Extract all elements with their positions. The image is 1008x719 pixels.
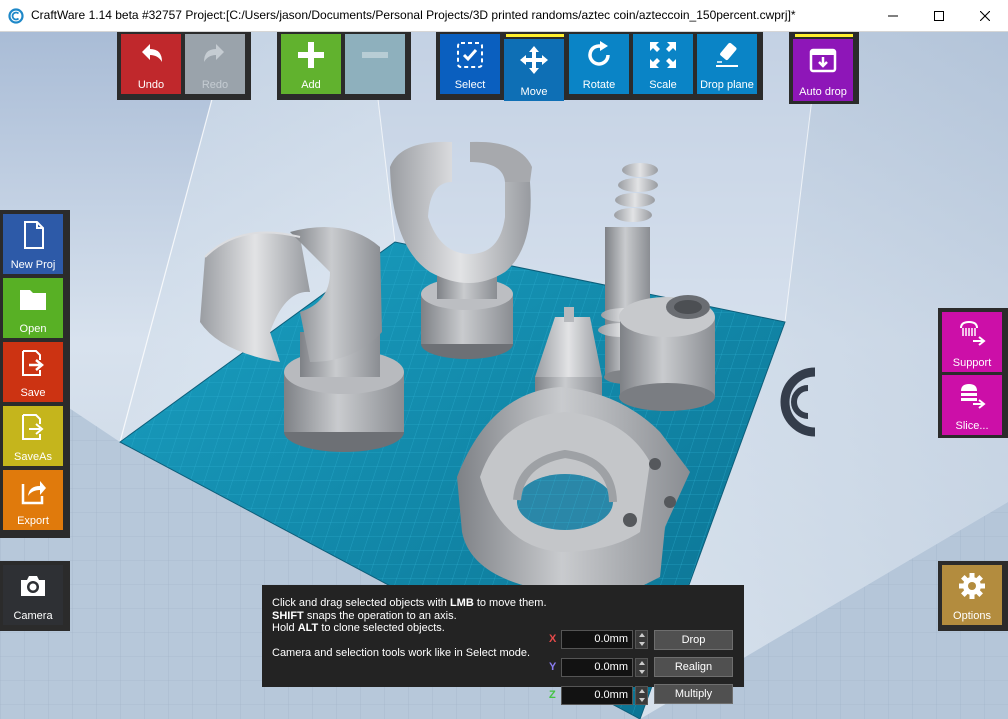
slice-label: Slice... <box>955 420 989 432</box>
move-tool-panel: Click and drag selected objects with LMB… <box>262 585 744 705</box>
export-label: Export <box>17 515 49 527</box>
select-check-icon <box>457 42 483 68</box>
auto-drop-button[interactable]: Auto drop <box>793 39 853 101</box>
y-position-input[interactable]: 0.0mm <box>561 658 633 677</box>
add-label: Add <box>301 79 321 91</box>
save-icon <box>22 350 44 376</box>
close-button[interactable] <box>962 0 1008 31</box>
rotate-button[interactable]: Rotate <box>569 34 629 94</box>
z-axis-label: Z <box>549 689 556 701</box>
hint-key-alt: ALT <box>297 622 319 634</box>
folder-icon <box>20 290 46 310</box>
slice-icon <box>961 384 986 409</box>
undo-label: Undo <box>137 79 165 91</box>
scale-icon <box>650 42 676 68</box>
z-spinner[interactable] <box>635 686 648 705</box>
export-button[interactable]: Export <box>3 470 63 530</box>
move-label: Move <box>520 86 548 98</box>
hint-key-shift: SHIFT <box>272 609 304 622</box>
hint-text: to move them. <box>473 597 547 609</box>
auto-drop-icon <box>809 48 837 73</box>
open-label: Open <box>19 323 47 335</box>
hint-text: snaps the operation to an axis. <box>303 609 457 622</box>
hint-key-lmb: LMB <box>449 597 474 609</box>
camera-label: Camera <box>13 610 53 622</box>
z-position-input[interactable]: 0.0mm <box>561 686 633 705</box>
hint-text: to clone selected objects. <box>318 622 445 634</box>
rotate-label: Rotate <box>582 79 616 91</box>
gear-icon <box>959 573 985 599</box>
minus-icon <box>362 52 388 58</box>
move-active-indicator <box>506 34 564 37</box>
minimize-button[interactable] <box>870 0 916 31</box>
save-label: Save <box>20 387 46 399</box>
support-label: Support <box>952 357 992 369</box>
support-icon <box>960 320 986 346</box>
move-instructions: Click and drag selected objects with LMB… <box>272 597 557 659</box>
options-label: Options <box>953 610 991 622</box>
realign-button[interactable]: Realign <box>654 657 733 677</box>
save-as-icon <box>22 414 44 440</box>
y-axis-label: Y <box>549 661 557 673</box>
scale-button[interactable]: Scale <box>633 34 693 94</box>
slice-button[interactable]: Slice... <box>942 375 1002 435</box>
move-arrows-icon <box>520 46 548 74</box>
multiply-button[interactable]: Multiply <box>654 684 733 704</box>
save-as-label: SaveAs <box>14 451 52 463</box>
redo-label: Redo <box>201 79 229 91</box>
craftware-logo-icon <box>8 8 24 24</box>
drop-plane-button[interactable]: Drop plane <box>697 34 757 94</box>
scale-label: Scale <box>649 79 677 91</box>
redo-icon <box>204 44 224 62</box>
remove-button[interactable] <box>345 34 405 94</box>
auto-drop-indicator <box>795 34 853 37</box>
camera-button[interactable]: Camera <box>3 565 63 625</box>
drop-plane-icon <box>716 42 738 67</box>
hint-text: Camera and selection tools work like in … <box>272 646 531 659</box>
export-icon <box>21 481 46 505</box>
maximize-icon <box>934 10 944 21</box>
undo-button[interactable]: Undo <box>121 34 181 94</box>
close-icon <box>980 10 990 21</box>
redo-button[interactable]: Redo <box>185 34 245 94</box>
title-bar: CraftWare 1.14 beta #32757 Project:[C:/U… <box>0 0 1008 32</box>
add-button[interactable]: Add <box>281 34 341 94</box>
maximize-button[interactable] <box>916 0 962 31</box>
select-button[interactable]: Select <box>440 34 500 94</box>
hint-text: Click and drag selected objects with <box>272 597 450 609</box>
y-spinner[interactable] <box>635 658 648 677</box>
drop-plane-label: Drop plane <box>700 79 754 91</box>
window-title: CraftWare 1.14 beta #32757 Project:[C:/U… <box>31 8 796 22</box>
rotate-icon <box>588 41 610 66</box>
open-button[interactable]: Open <box>3 278 63 338</box>
select-label: Select <box>454 79 486 91</box>
new-project-label: New Proj <box>10 259 56 271</box>
hint-text: Hold <box>272 622 298 634</box>
new-project-button[interactable]: New Proj <box>3 214 63 274</box>
new-file-icon <box>24 221 44 249</box>
options-button[interactable]: Options <box>942 565 1002 625</box>
minimize-icon <box>888 15 898 16</box>
camera-icon <box>21 576 45 596</box>
x-spinner[interactable] <box>635 630 648 649</box>
save-button[interactable]: Save <box>3 342 63 402</box>
support-button[interactable]: Support <box>942 312 1002 372</box>
move-button[interactable]: Move <box>504 39 564 101</box>
x-position-input[interactable]: 0.0mm <box>561 630 633 649</box>
undo-icon <box>142 44 162 62</box>
auto-drop-label: Auto drop <box>799 86 847 98</box>
plus-icon <box>298 42 324 68</box>
drop-button[interactable]: Drop <box>654 630 733 650</box>
save-as-button[interactable]: SaveAs <box>3 406 63 466</box>
x-axis-label: X <box>549 633 557 645</box>
